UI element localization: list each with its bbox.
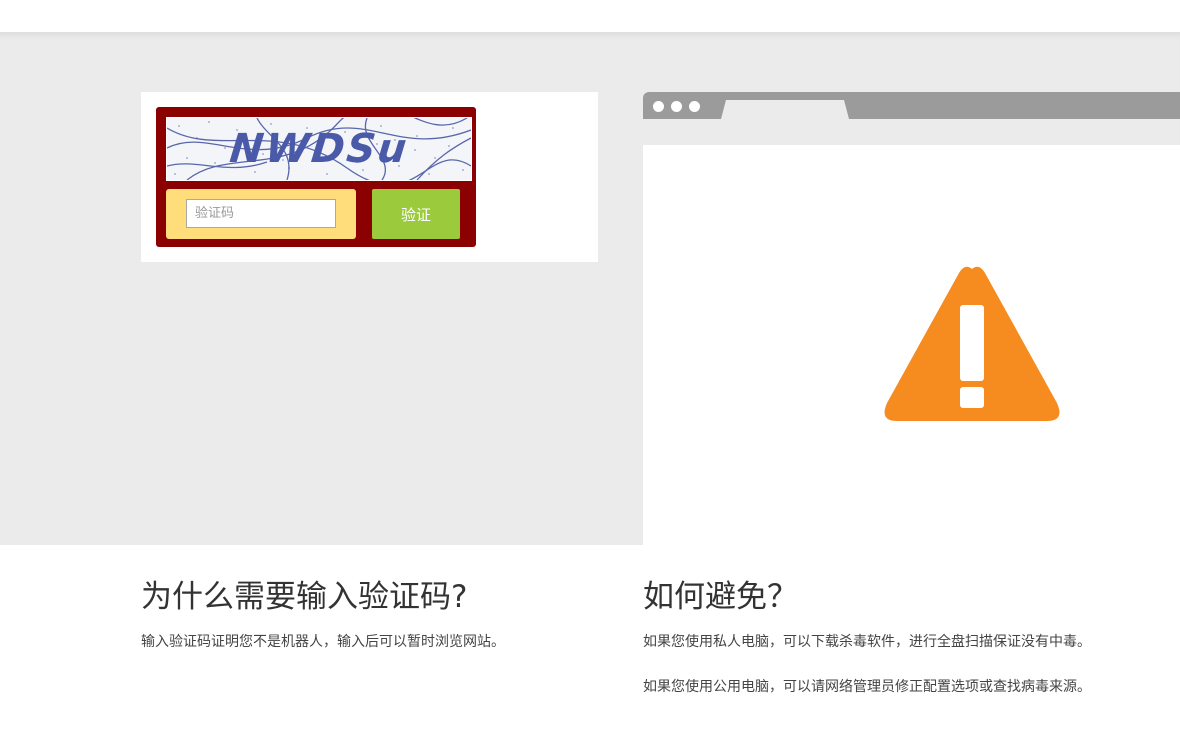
why-section: 为什么需要输入验证码? 输入验证码证明您不是机器人，输入后可以暂时浏览网站。	[141, 577, 581, 654]
browser-tab	[721, 100, 849, 119]
why-title: 为什么需要输入验证码?	[141, 579, 468, 615]
avoid-paragraph-private: 如果您使用私人电脑，可以下载杀毒软件，进行全盘扫描保证没有中毒。	[643, 634, 1091, 650]
captcha-input-wrap	[166, 189, 356, 239]
avoid-section: 如何避免？ 如果您使用私人电脑，可以下载杀毒软件，进行全盘扫描保证没有中毒。 如…	[643, 577, 1103, 699]
browser-body	[643, 145, 1180, 545]
captcha-card: NWDSu 验证	[141, 92, 598, 262]
warning-icon	[881, 263, 1063, 430]
captcha-form: NWDSu 验证	[156, 107, 476, 247]
captcha-input[interactable]	[186, 199, 336, 228]
captcha-image[interactable]: NWDSu	[166, 117, 472, 181]
browser-dot-icon	[671, 101, 682, 112]
browser-dot-icon	[653, 101, 664, 112]
avoid-title: 如何避免？	[643, 579, 798, 615]
browser-illustration	[643, 92, 1180, 545]
avoid-paragraph-public: 如果您使用公用电脑，可以请网络管理员修正配置选项或查找病毒来源。	[643, 679, 1091, 695]
verify-button[interactable]: 验证	[372, 189, 460, 239]
why-text: 输入验证码证明您不是机器人，输入后可以暂时浏览网站。	[141, 634, 505, 650]
captcha-code-text: NWDSu	[227, 126, 411, 172]
browser-dot-icon	[689, 101, 700, 112]
browser-title-bar	[643, 92, 1180, 119]
